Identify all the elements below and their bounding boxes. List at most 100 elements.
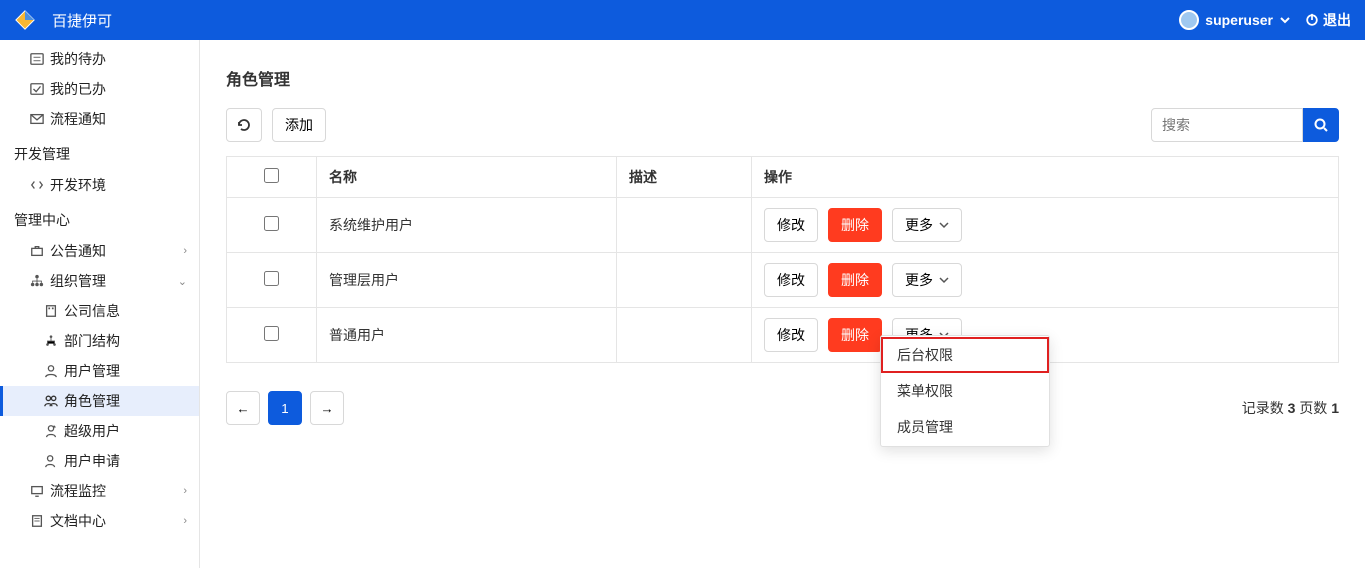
table-row: 系统维护用户 修改 删除 更多 xyxy=(227,198,1339,253)
page-next[interactable]: → xyxy=(310,391,344,425)
chevron-down-icon xyxy=(939,275,949,285)
chevron-right-icon: › xyxy=(183,245,187,257)
monitor-icon xyxy=(30,484,44,498)
sidebar-item-apply[interactable]: 用户申请 xyxy=(0,446,199,476)
dropdown-item-menu[interactable]: 菜单权限 xyxy=(881,373,1049,409)
cell-name: 系统维护用户 xyxy=(317,198,617,253)
cell-desc xyxy=(617,308,752,363)
page-title: 角色管理 xyxy=(226,66,1339,90)
users-icon xyxy=(44,394,58,408)
records-count: 3 xyxy=(1288,400,1296,416)
sidebar-label: 用户管理 xyxy=(64,361,120,381)
pages-count: 1 xyxy=(1331,400,1339,416)
chevron-right-icon: › xyxy=(183,485,187,497)
sidebar-item-announce[interactable]: 公告通知 › xyxy=(0,236,199,266)
chevron-right-icon: › xyxy=(183,515,187,527)
record-info: 记录数 3 页数 1 xyxy=(1242,398,1339,418)
sidebar-label: 部门结构 xyxy=(64,331,120,351)
records-label: 记录数 xyxy=(1242,400,1284,416)
more-button[interactable]: 更多 xyxy=(892,208,962,242)
sidebar-item-org[interactable]: 组织管理 ⌄ xyxy=(0,266,199,296)
code-icon xyxy=(30,178,44,192)
more-label: 更多 xyxy=(905,215,933,235)
add-button[interactable]: 添加 xyxy=(272,108,326,142)
sidebar-item-my-done[interactable]: 我的已办 xyxy=(0,74,199,104)
toolbar: 添加 xyxy=(226,108,1339,142)
sidebar-label: 流程监控 xyxy=(50,481,106,501)
sidebar-item-role[interactable]: 角色管理 xyxy=(0,386,199,416)
select-all-checkbox[interactable] xyxy=(264,168,279,183)
sidebar-label: 文档中心 xyxy=(50,511,106,531)
chevron-down-icon xyxy=(939,220,949,230)
row-checkbox[interactable] xyxy=(264,271,279,286)
sidebar-item-dev-env[interactable]: 开发环境 xyxy=(0,170,199,200)
chevron-down-icon xyxy=(1279,14,1291,26)
app-header: 百捷伊可 superuser 退出 xyxy=(0,0,1365,40)
sidebar-item-company[interactable]: 公司信息 xyxy=(0,296,199,326)
delete-button[interactable]: 删除 xyxy=(828,263,882,297)
search-button[interactable] xyxy=(1303,108,1339,142)
sidebar-group-admin: 管理中心 xyxy=(0,200,199,236)
sidebar-label: 我的待办 xyxy=(50,49,106,69)
more-button[interactable]: 更多 xyxy=(892,263,962,297)
mail-icon xyxy=(30,112,44,126)
col-checkbox xyxy=(227,157,317,198)
sidebar-group-dev: 开发管理 xyxy=(0,134,199,170)
delete-button[interactable]: 删除 xyxy=(828,208,882,242)
search-icon xyxy=(1313,117,1329,133)
sidebar-label: 角色管理 xyxy=(64,391,120,411)
main-content: 角色管理 添加 名称 描述 操作 系统维护用户 xyxy=(200,40,1365,568)
done-icon xyxy=(30,82,44,96)
logout-button[interactable]: 退出 xyxy=(1305,10,1351,30)
page-prev[interactable]: ← xyxy=(226,391,260,425)
sidebar-label: 用户申请 xyxy=(64,451,120,471)
page-number[interactable]: 1 xyxy=(268,391,302,425)
row-checkbox[interactable] xyxy=(264,326,279,341)
sidebar-label: 开发环境 xyxy=(50,175,106,195)
sidebar-label: 公司信息 xyxy=(64,301,120,321)
sidebar-label: 超级用户 xyxy=(64,421,120,441)
sidebar-item-flow[interactable]: 流程监控 › xyxy=(0,476,199,506)
sidebar-item-user[interactable]: 用户管理 xyxy=(0,356,199,386)
app-name: 百捷伊可 xyxy=(52,10,112,31)
refresh-icon xyxy=(236,117,252,133)
cell-name: 管理层用户 xyxy=(317,253,617,308)
more-dropdown: 后台权限 菜单权限 成员管理 xyxy=(880,335,1050,447)
row-checkbox[interactable] xyxy=(264,216,279,231)
user-menu[interactable]: superuser xyxy=(1179,10,1291,30)
admin-icon xyxy=(44,424,58,438)
pagination: ← 1 → xyxy=(226,391,344,425)
sidebar-item-dept[interactable]: 部门结构 xyxy=(0,326,199,356)
dropdown-item-backend[interactable]: 后台权限 xyxy=(881,337,1049,373)
power-icon xyxy=(1305,13,1319,27)
logout-label: 退出 xyxy=(1323,10,1351,30)
list-icon xyxy=(30,52,44,66)
sidebar-item-flow-notify[interactable]: 流程通知 xyxy=(0,104,199,134)
sidebar-label: 公告通知 xyxy=(50,241,106,261)
tree-icon xyxy=(44,334,58,348)
briefcase-icon xyxy=(30,244,44,258)
logo: 百捷伊可 xyxy=(14,9,112,31)
sidebar-item-doc[interactable]: 文档中心 › xyxy=(0,506,199,536)
refresh-button[interactable] xyxy=(226,108,262,142)
sidebar: 我的待办 我的已办 流程通知 开发管理 开发环境 管理中心 公告通知 › 组织管… xyxy=(0,40,200,568)
sidebar-label: 我的已办 xyxy=(50,79,106,99)
edit-button[interactable]: 修改 xyxy=(764,263,818,297)
more-label: 更多 xyxy=(905,270,933,290)
sidebar-label: 流程通知 xyxy=(50,109,106,129)
sidebar-item-super[interactable]: 超级用户 xyxy=(0,416,199,446)
pages-label: 页数 xyxy=(1299,400,1327,416)
username-label: superuser xyxy=(1205,12,1273,28)
search-input[interactable] xyxy=(1151,108,1303,142)
doc-icon xyxy=(30,514,44,528)
user-plus-icon xyxy=(44,454,58,468)
table-row: 管理层用户 修改 删除 更多 xyxy=(227,253,1339,308)
building-icon xyxy=(44,304,58,318)
edit-button[interactable]: 修改 xyxy=(764,208,818,242)
role-table: 名称 描述 操作 系统维护用户 修改 删除 更多 管理层用户 xyxy=(226,156,1339,363)
delete-button[interactable]: 删除 xyxy=(828,318,882,352)
user-icon xyxy=(44,364,58,378)
dropdown-item-member[interactable]: 成员管理 xyxy=(881,409,1049,445)
edit-button[interactable]: 修改 xyxy=(764,318,818,352)
sidebar-item-my-todo[interactable]: 我的待办 xyxy=(0,44,199,74)
